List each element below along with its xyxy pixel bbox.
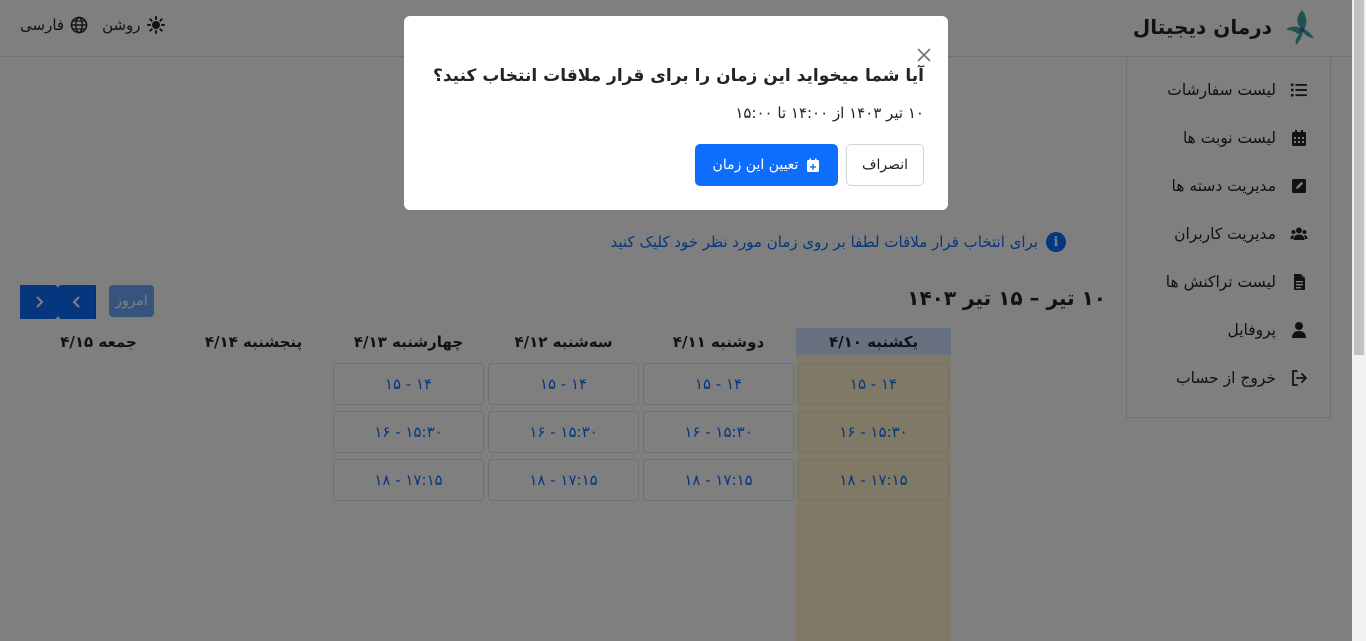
close-button[interactable]	[914, 45, 934, 65]
modal-body-text: ۱۰ تیر ۱۴۰۳ از ۱۴:۰۰ تا ۱۵:۰۰	[735, 104, 924, 122]
confirm-time-label: تعیین این زمان	[712, 157, 799, 173]
calendar-plus-icon	[807, 158, 820, 172]
confirm-appointment-modal: آیا شما میخواید این زمان را برای قرار مل…	[404, 16, 948, 210]
modal-title: آیا شما میخواید این زمان را برای قرار مل…	[432, 66, 924, 86]
close-icon	[917, 48, 931, 62]
confirm-time-button[interactable]: تعیین این زمان	[695, 144, 838, 186]
cancel-button[interactable]: انصراف	[846, 144, 924, 186]
page-scrollbar[interactable]	[1352, 0, 1366, 641]
scrollbar-thumb[interactable]	[1354, 0, 1364, 355]
